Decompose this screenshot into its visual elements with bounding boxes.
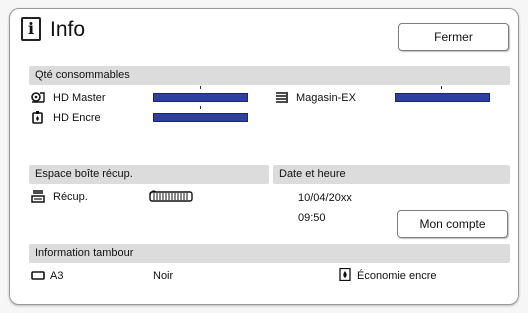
- hd-master-gauge: [153, 93, 248, 102]
- recup-label: Récup.: [53, 191, 88, 203]
- info-icon: i: [21, 17, 41, 41]
- datetime-section-header: Date et heure: [273, 165, 510, 184]
- gauge-marker: [200, 86, 201, 89]
- consumables-section-header: Qté consommables: [29, 66, 510, 85]
- disposal-box-icon: [31, 190, 45, 203]
- my-account-button[interactable]: Mon compte: [397, 210, 508, 238]
- hd-master-label: HD Master: [53, 92, 106, 104]
- paper-stack-icon: [276, 92, 288, 103]
- magasin-ex-label: Magasin-EX: [296, 92, 356, 104]
- disposal-section-header: Espace boîte récup.: [29, 165, 269, 184]
- ink-saving-icon: [339, 268, 351, 281]
- time-value: 09:50: [298, 212, 326, 224]
- gauge-marker: [441, 86, 442, 89]
- disposal-level-icon: [149, 190, 193, 202]
- drum-color-value: Noir: [153, 270, 174, 282]
- ink-saving-value: Économie encre: [357, 270, 437, 282]
- date-value: 10/04/20xx: [298, 192, 352, 204]
- master-roll-icon: [31, 92, 45, 103]
- ink-cartridge-icon: [32, 111, 43, 124]
- drum-section-header: Information tambour: [29, 244, 510, 263]
- paper-size-icon: [31, 271, 45, 280]
- gauge-marker: [200, 106, 201, 109]
- close-button[interactable]: Fermer: [398, 23, 509, 51]
- hd-encre-label: HD Encre: [53, 112, 101, 124]
- magasin-ex-gauge: [395, 93, 490, 102]
- hd-encre-gauge: [153, 113, 248, 122]
- page-title: Info: [50, 18, 86, 41]
- drum-size-value: A3: [50, 270, 64, 282]
